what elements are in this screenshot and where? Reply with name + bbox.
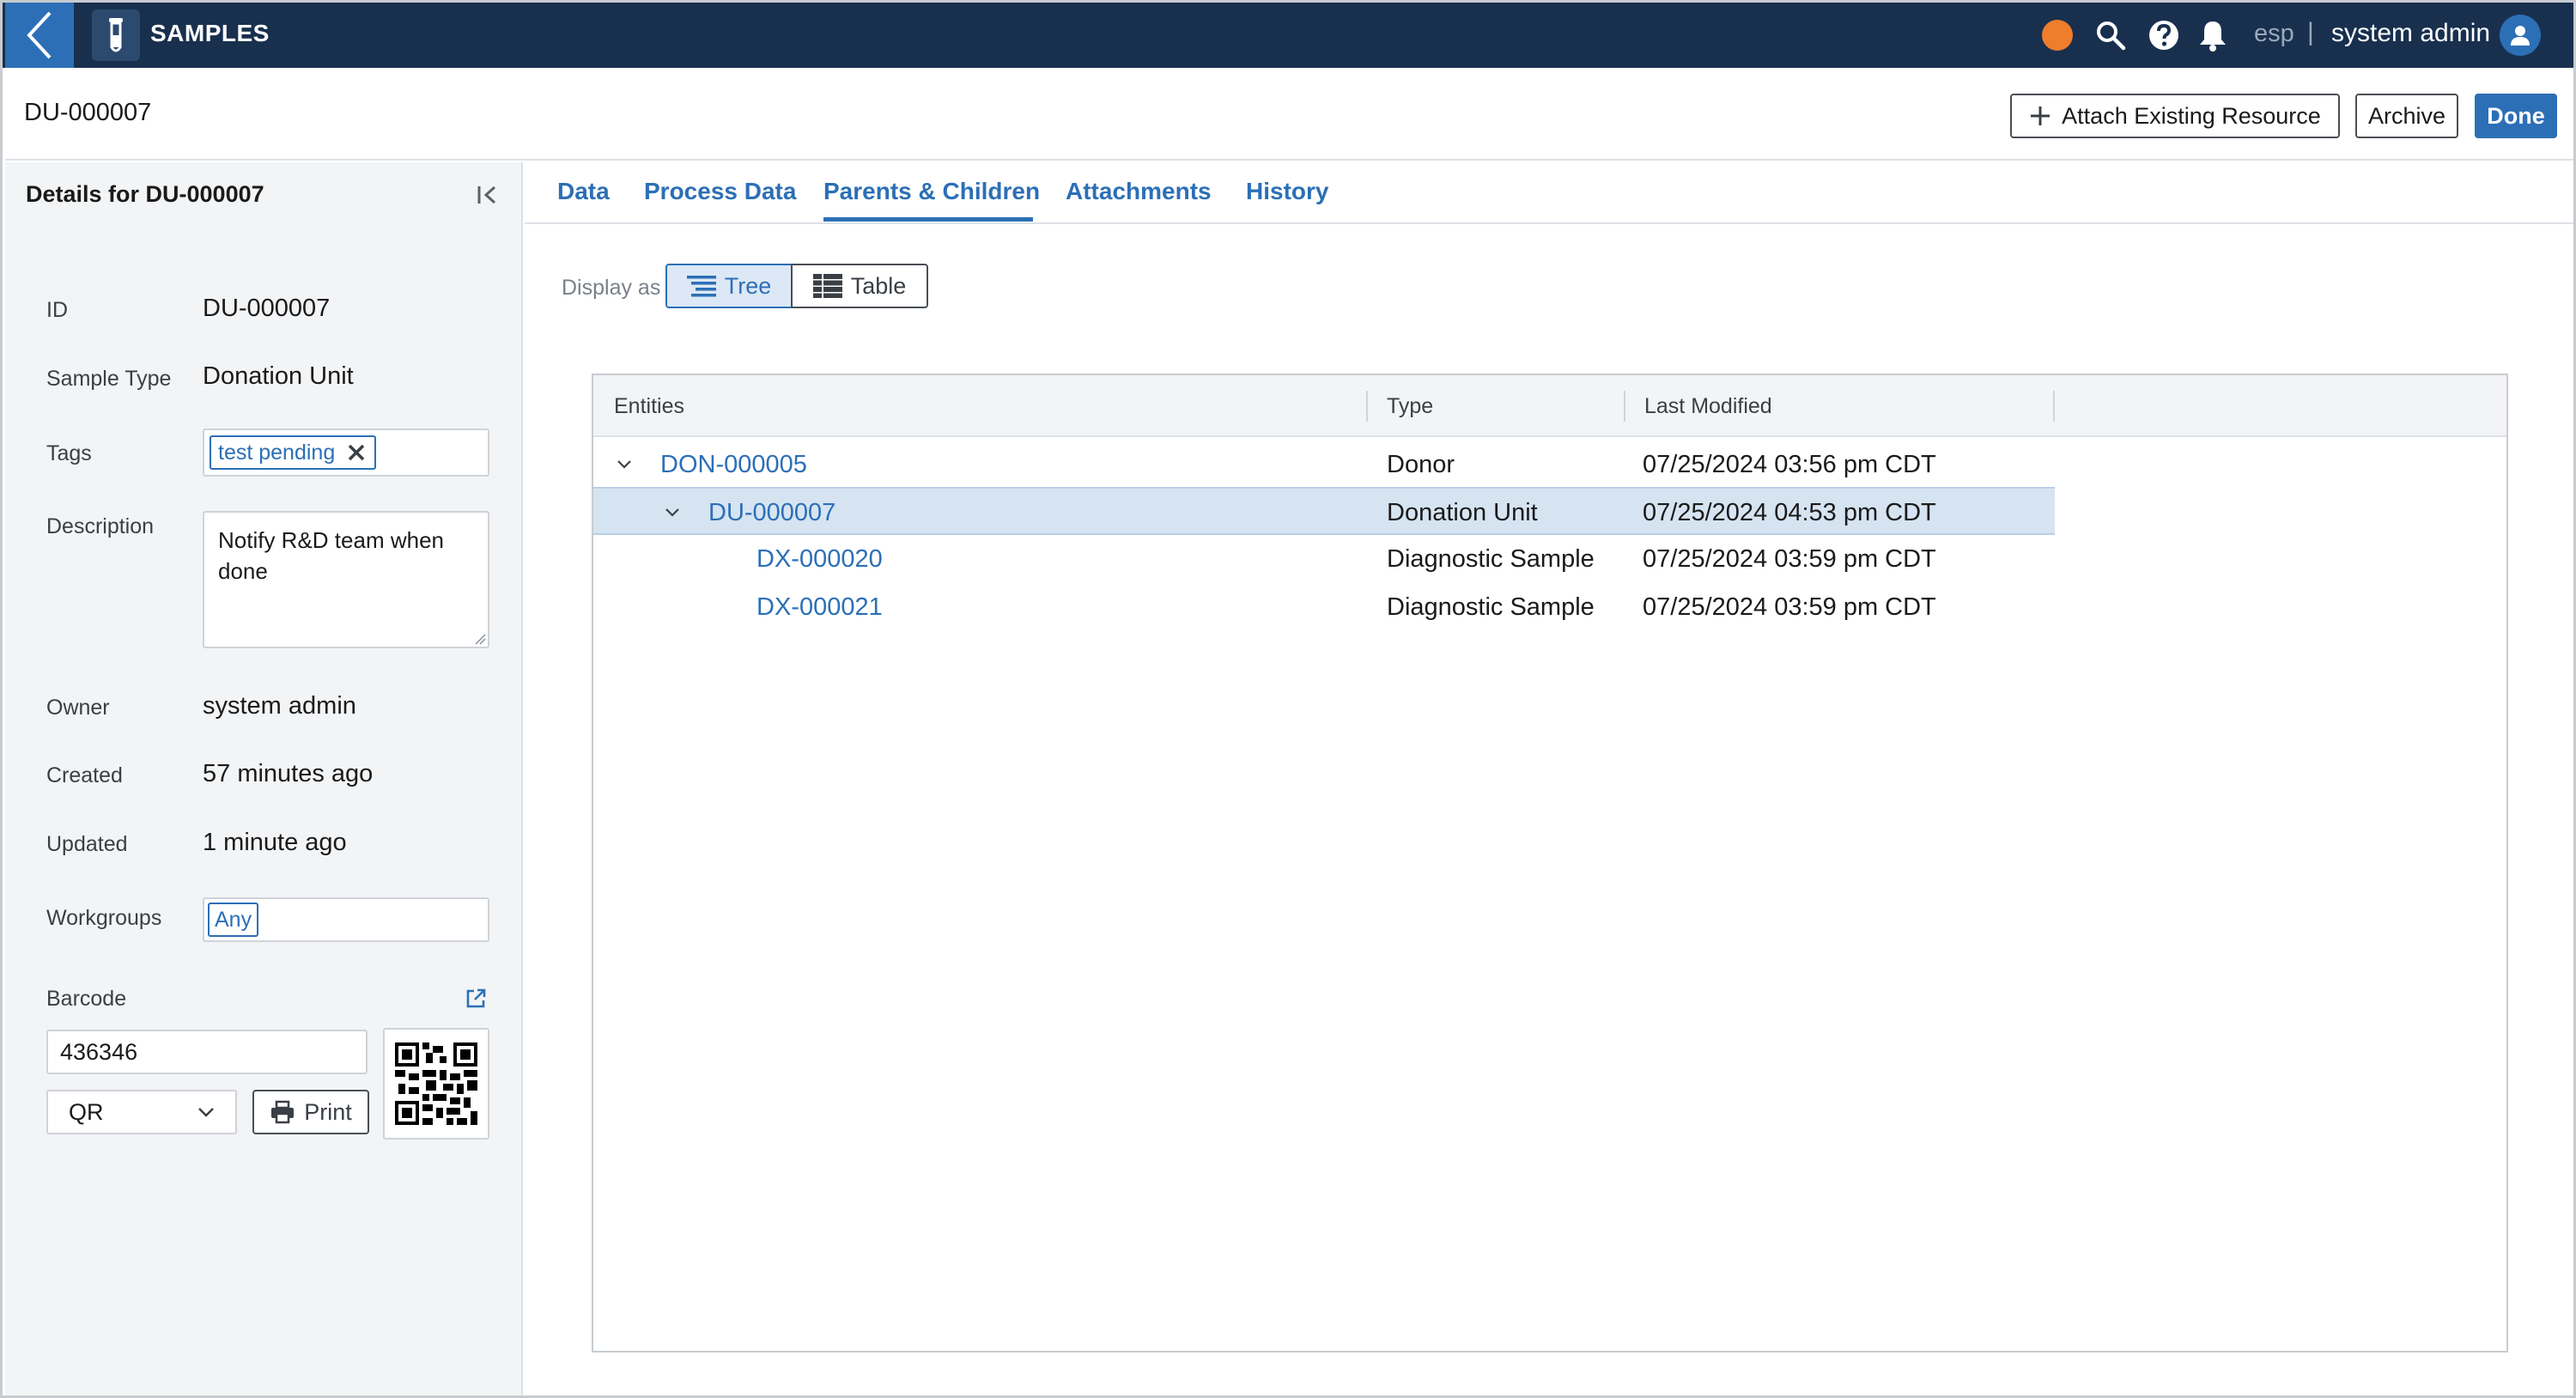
table-row[interactable]: DX-000020 Diagnostic Sample 07/25/2024 0… xyxy=(593,535,2055,583)
tag-chip: test pending xyxy=(210,435,377,470)
entities-grid: Entities Type Last Modified DON-000005 D… xyxy=(592,374,2508,1352)
back-button[interactable] xyxy=(5,3,74,68)
tab-bar: Data Process Data Parents & Children Att… xyxy=(525,162,2573,224)
entity-type: Donor xyxy=(1387,451,1455,478)
bell-icon[interactable] xyxy=(2196,18,2230,52)
tags-label: Tags xyxy=(46,441,92,465)
top-nav-bar: SAMPLES esp | system admin xyxy=(3,3,2573,68)
column-resizer[interactable] xyxy=(2053,391,2055,422)
chevron-down-icon xyxy=(198,1108,214,1117)
tag-label: test pending xyxy=(218,440,336,465)
updated-label: Updated xyxy=(46,832,128,856)
search-icon[interactable] xyxy=(2093,18,2128,52)
owner-value: system admin xyxy=(203,692,356,720)
sample-type-value: Donation Unit xyxy=(203,362,354,390)
chevron-left-icon xyxy=(27,11,52,59)
entity-modified: 07/25/2024 03:56 pm CDT xyxy=(1643,451,1936,478)
tree-label: Tree xyxy=(724,272,772,299)
table-label: Table xyxy=(850,272,907,299)
archive-button[interactable]: Archive xyxy=(2355,94,2458,138)
description-textarea[interactable]: Notify R&D team when done xyxy=(203,511,489,648)
chevron-down-icon[interactable] xyxy=(614,454,635,475)
id-label: ID xyxy=(46,298,68,322)
attach-label: Attach Existing Resource xyxy=(2062,102,2321,129)
tab-attachments[interactable]: Attachments xyxy=(1066,178,1212,205)
entity-modified: 07/25/2024 03:59 pm CDT xyxy=(1643,593,1936,621)
tree-list-icon xyxy=(686,276,716,297)
barcode-type-value: QR xyxy=(69,1098,104,1125)
table-row[interactable]: DX-000021 Diagnostic Sample 07/25/2024 0… xyxy=(593,583,2055,631)
table-row[interactable]: DON-000005 Donor 07/25/2024 03:56 pm CDT xyxy=(593,441,2055,489)
plus-icon xyxy=(2031,106,2050,125)
attach-existing-resource-button[interactable]: Attach Existing Resource xyxy=(2010,94,2340,138)
entity-type: Donation Unit xyxy=(1387,499,1538,526)
tab-parents-children[interactable]: Parents & Children xyxy=(823,178,1040,205)
collapse-panel-icon[interactable] xyxy=(474,181,501,209)
display-tree-button[interactable]: Tree xyxy=(665,264,793,308)
entity-type: Diagnostic Sample xyxy=(1387,593,1595,621)
column-last-modified[interactable]: Last Modified xyxy=(1644,394,1772,419)
page-header: DU-000007 Attach Existing Resource Archi… xyxy=(5,68,2573,161)
display-table-button[interactable]: Table xyxy=(791,264,928,308)
user-name[interactable]: system admin xyxy=(2331,19,2490,48)
tab-data[interactable]: Data xyxy=(557,178,610,205)
external-link-icon[interactable] xyxy=(464,987,488,1011)
sample-type-label: Sample Type xyxy=(46,367,172,391)
details-panel: Details for DU-000007 ID DU-000007 Sampl… xyxy=(5,162,523,1395)
tenant-name: esp xyxy=(2254,20,2294,47)
resize-handle-icon[interactable] xyxy=(474,633,486,645)
entity-link[interactable]: DX-000021 xyxy=(756,593,883,622)
tab-history[interactable]: History xyxy=(1246,178,1328,205)
barcode-value: 436346 xyxy=(60,1038,138,1065)
workgroups-input[interactable]: Any xyxy=(203,897,489,942)
qr-code-icon xyxy=(395,1042,477,1125)
column-entities[interactable]: Entities xyxy=(614,394,684,419)
status-indicator[interactable] xyxy=(2042,20,2073,51)
tenant-separator: | xyxy=(2307,18,2314,46)
print-label: Print xyxy=(304,1098,352,1125)
entity-link[interactable]: DON-000005 xyxy=(660,451,807,479)
test-tube-icon xyxy=(92,9,140,61)
entity-modified: 07/25/2024 04:53 pm CDT xyxy=(1643,499,1936,526)
table-grid-icon xyxy=(812,274,842,298)
workgroups-label: Workgroups xyxy=(46,906,162,930)
barcode-label: Barcode xyxy=(46,987,127,1011)
created-label: Created xyxy=(46,763,123,787)
remove-tag-icon[interactable] xyxy=(345,441,368,464)
description-text: Notify R&D team when done xyxy=(218,527,444,584)
details-title: Details for DU-000007 xyxy=(26,181,264,207)
id-value: DU-000007 xyxy=(203,295,331,322)
chevron-down-icon[interactable] xyxy=(662,502,683,523)
entity-modified: 07/25/2024 03:59 pm CDT xyxy=(1643,545,1936,573)
display-as-label: Display as xyxy=(562,276,661,300)
updated-value: 1 minute ago xyxy=(203,829,347,856)
app-name: SAMPLES xyxy=(150,20,270,46)
created-value: 57 minutes ago xyxy=(203,760,374,787)
column-type[interactable]: Type xyxy=(1387,394,1433,419)
owner-label: Owner xyxy=(46,696,110,720)
entity-link[interactable]: DX-000020 xyxy=(756,545,883,574)
entity-link[interactable]: DU-000007 xyxy=(708,499,835,527)
entity-type: Diagnostic Sample xyxy=(1387,545,1595,573)
grid-header: Entities Type Last Modified xyxy=(593,375,2506,437)
page-title: DU-000007 xyxy=(24,99,152,126)
tags-input[interactable]: test pending xyxy=(203,429,489,477)
tab-process-data[interactable]: Process Data xyxy=(644,178,796,205)
description-label: Description xyxy=(46,514,155,538)
barcode-input[interactable]: 436346 xyxy=(46,1030,368,1074)
column-resizer[interactable] xyxy=(1366,391,1368,422)
qr-code xyxy=(383,1028,489,1140)
printer-icon xyxy=(271,1100,295,1124)
workgroup-chip: Any xyxy=(208,903,259,937)
barcode-type-select[interactable]: QR xyxy=(46,1090,237,1134)
done-button[interactable]: Done xyxy=(2475,94,2557,138)
help-icon[interactable] xyxy=(2147,18,2181,52)
app-window: SAMPLES esp | system admin DU-000007 Att… xyxy=(0,0,2576,1398)
table-row-selected[interactable]: DU-000007 Donation Unit 07/25/2024 04:53… xyxy=(593,487,2055,535)
active-tab-indicator xyxy=(823,217,1033,222)
user-avatar-icon[interactable] xyxy=(2500,15,2541,56)
print-button[interactable]: Print xyxy=(252,1090,369,1134)
column-resizer[interactable] xyxy=(1624,391,1625,422)
